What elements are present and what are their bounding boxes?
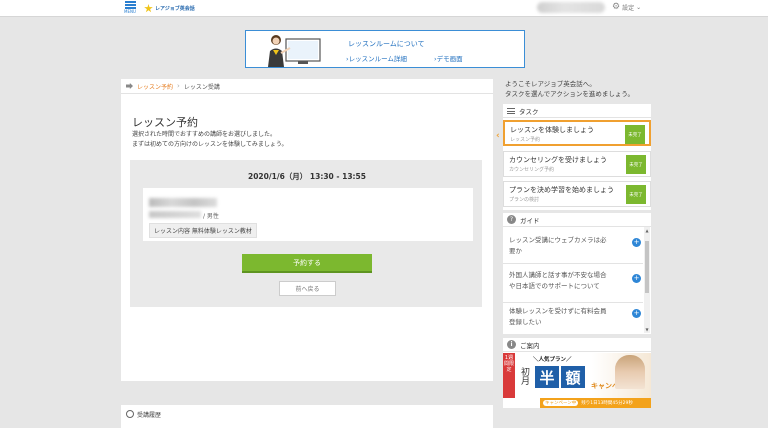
logo[interactable]: レアジョブ英会話 — [144, 3, 195, 14]
half-char: 半 — [535, 366, 559, 388]
guide-question: 外国人講師と話す事が不安な場合 や日本語でのサポートについて — [509, 270, 625, 292]
scroll-up-icon[interactable]: ▲ — [644, 228, 650, 233]
chevron-left-icon: ‹ — [496, 131, 500, 141]
page-description: 選択された時間でおすすめの講師をお選びしました。 まずは初めての方向けのレッスン… — [132, 130, 287, 150]
breadcrumb: レッスン予約 › レッスン受講 — [121, 79, 493, 94]
guide-question-line: や日本語でのサポートについて — [509, 282, 600, 290]
lesson-history-section[interactable]: 受講履歴 — [121, 405, 493, 428]
page-title: レッスン予約 — [132, 116, 198, 129]
one-week-limited-label: 1週間限定 — [503, 353, 515, 398]
tasks-header: タスク — [503, 104, 651, 118]
tasks-header-label: タスク — [519, 107, 539, 116]
menu-label: MENU — [124, 9, 136, 14]
plus-icon[interactable]: + — [632, 309, 641, 318]
lesson-room-banner: レッスンルームについて ›レッスンルーム詳細 ›デモ画面 — [245, 30, 525, 68]
notice-header-label: ご案内 — [520, 341, 540, 350]
arrow-right-icon — [126, 83, 133, 89]
question-icon: ? — [507, 215, 516, 224]
star-logo-icon — [144, 4, 153, 13]
guide-header-label: ガイド — [520, 216, 540, 225]
settings-label: 設定 — [622, 5, 635, 12]
guide-panel: ? ガイド レッスン受講にウェブカメラは必 要か + 外国人講師と話す事が不安な… — [503, 213, 651, 334]
guide-question: 体験レッスンを受けずに有料会員 登録したい — [509, 306, 625, 328]
notice-panel: i ご案内 1週間限定 ＼人気プラン／ 初月 半 額 キャンペーン キャンペーン… — [503, 338, 651, 408]
campaign-tag: キャンペーン中 — [543, 400, 579, 406]
guide-scrollbar[interactable]: ▲ ▼ — [644, 227, 650, 333]
guide-item-webcam[interactable]: レッスン受講にウェブカメラは必 要か + — [503, 228, 643, 264]
clock-icon — [126, 410, 134, 418]
task-item-trial-lesson[interactable]: レッスンを体験しましょう レッスン予約 未完了 — [503, 120, 651, 146]
user-name-redacted[interactable] — [537, 2, 605, 13]
guide-question-line: 要か — [509, 247, 522, 255]
reserve-button[interactable]: 予約する — [242, 254, 372, 273]
lesson-content: レッスン内容 無料体験レッスン教材 — [149, 223, 257, 238]
breadcrumb-lesson-attendance[interactable]: レッスン受講 — [184, 82, 220, 91]
teacher-card: / 男性 レッスン内容 無料体験レッスン教材 — [143, 188, 473, 241]
guide-item-skip-trial[interactable]: 体験レッスンを受けずに有料会員 登録したい + — [503, 303, 643, 334]
guide-question-line: 体験レッスンを受けずに有料会員 — [509, 307, 607, 315]
lesson-history-label: 受講履歴 — [137, 412, 162, 419]
top-bar: MENU レアジョブ英会話 ⚙ 設定 ⌄ — [0, 0, 768, 17]
info-icon: i — [507, 340, 516, 349]
gear-icon: ⚙ — [612, 2, 621, 12]
price-char: 額 — [561, 366, 585, 388]
chevron-down-icon: ⌄ — [636, 4, 642, 11]
scroll-thumb[interactable] — [645, 241, 649, 293]
chevron-right-icon: › — [177, 82, 180, 90]
tasks-panel: タスク レッスンを体験しましょう レッスン予約 未完了 カウンセリングを受けまし… — [503, 104, 651, 210]
guide-item-japanese-support[interactable]: 外国人講師と話す事が不安な場合 や日本語でのサポートについて + — [503, 264, 643, 303]
status-badge: 未完了 — [626, 155, 646, 174]
hamburger-icon — [124, 1, 136, 9]
plus-icon[interactable]: + — [632, 238, 641, 247]
campaign-promo-banner[interactable]: 1週間限定 ＼人気プラン／ 初月 半 額 キャンペーン — [503, 353, 651, 398]
description-line-1: 選択された時間でおすすめの講師をお選びしました。 — [132, 131, 277, 138]
welcome-message: ようこそレアジョブ英会話へ。 タスクを選んでアクションを進めましょう。 — [505, 79, 634, 99]
task-subtitle: カウンセリング予約 — [509, 167, 555, 173]
task-title: カウンセリングを受けましょう — [509, 156, 607, 164]
guide-question-line: レッスン受講にウェブカメラは必 — [509, 236, 607, 244]
back-button[interactable]: 前へ戻る — [279, 281, 336, 296]
task-title: レッスンを体験しましょう — [510, 126, 594, 134]
task-title: プランを決め学習を始めましょう — [509, 186, 614, 194]
welcome-line-2: タスクを選んでアクションを進めましょう。 — [505, 90, 634, 98]
guide-header: ? ガイド — [503, 213, 651, 227]
lesson-datetime: 2020/1/6（月） 13:30 - 13:55 — [248, 172, 366, 181]
status-badge: 未完了 — [625, 125, 645, 144]
demo-screen-link[interactable]: ›デモ画面 — [434, 53, 463, 63]
lesson-room-details-link[interactable]: ›レッスンルーム詳細 — [346, 53, 407, 63]
main-panel: レッスン予約 › レッスン受講 レッスン予約 選択された時間でおすすめの講師をお… — [121, 79, 493, 381]
teacher-info-redacted — [149, 211, 201, 218]
notice-header: i ご案内 — [503, 338, 651, 352]
logo-text: レアジョブ英会話 — [155, 6, 195, 12]
guide-question-line: 外国人講師と話す事が不安な場合 — [509, 271, 607, 279]
teacher-name-redacted — [149, 198, 217, 207]
first-month-label: 初月 — [519, 367, 529, 385]
popular-plan-label: ＼人気プラン／ — [533, 357, 572, 363]
teacher-gender: / 男性 — [203, 213, 219, 220]
teacher-illustration — [268, 35, 321, 67]
banner-title: レッスンルームについて — [348, 40, 425, 48]
guide-question-line: 登録したい — [509, 318, 542, 326]
task-subtitle: プランの検討 — [509, 197, 540, 203]
countdown-text: 残り1日13時間45分29秒 — [581, 401, 633, 406]
list-icon — [507, 107, 515, 114]
status-badge: 未完了 — [626, 185, 646, 204]
campaign-countdown: キャンペーン中 残り1日13時間45分29秒 — [540, 398, 651, 408]
menu-button[interactable]: MENU — [121, 0, 139, 17]
breadcrumb-lesson-reservation[interactable]: レッスン予約 — [137, 82, 173, 91]
task-item-plan[interactable]: プランを決め学習を始めましょう プランの検討 未完了 — [503, 181, 651, 207]
task-subtitle: レッスン予約 — [510, 137, 541, 143]
description-line-2: まずは初めての方向けのレッスンを体験してみましょう。 — [132, 141, 288, 148]
task-item-counseling[interactable]: カウンセリングを受けましょう カウンセリング予約 未完了 — [503, 151, 651, 177]
promo-person-image — [615, 355, 645, 389]
guide-question: レッスン受講にウェブカメラは必 要か — [509, 235, 625, 257]
plus-icon[interactable]: + — [632, 274, 641, 283]
welcome-line-1: ようこそレアジョブ英会話へ。 — [505, 80, 596, 88]
scroll-down-icon[interactable]: ▼ — [644, 327, 650, 332]
settings-menu[interactable]: ⚙ 設定 ⌄ — [612, 2, 642, 13]
